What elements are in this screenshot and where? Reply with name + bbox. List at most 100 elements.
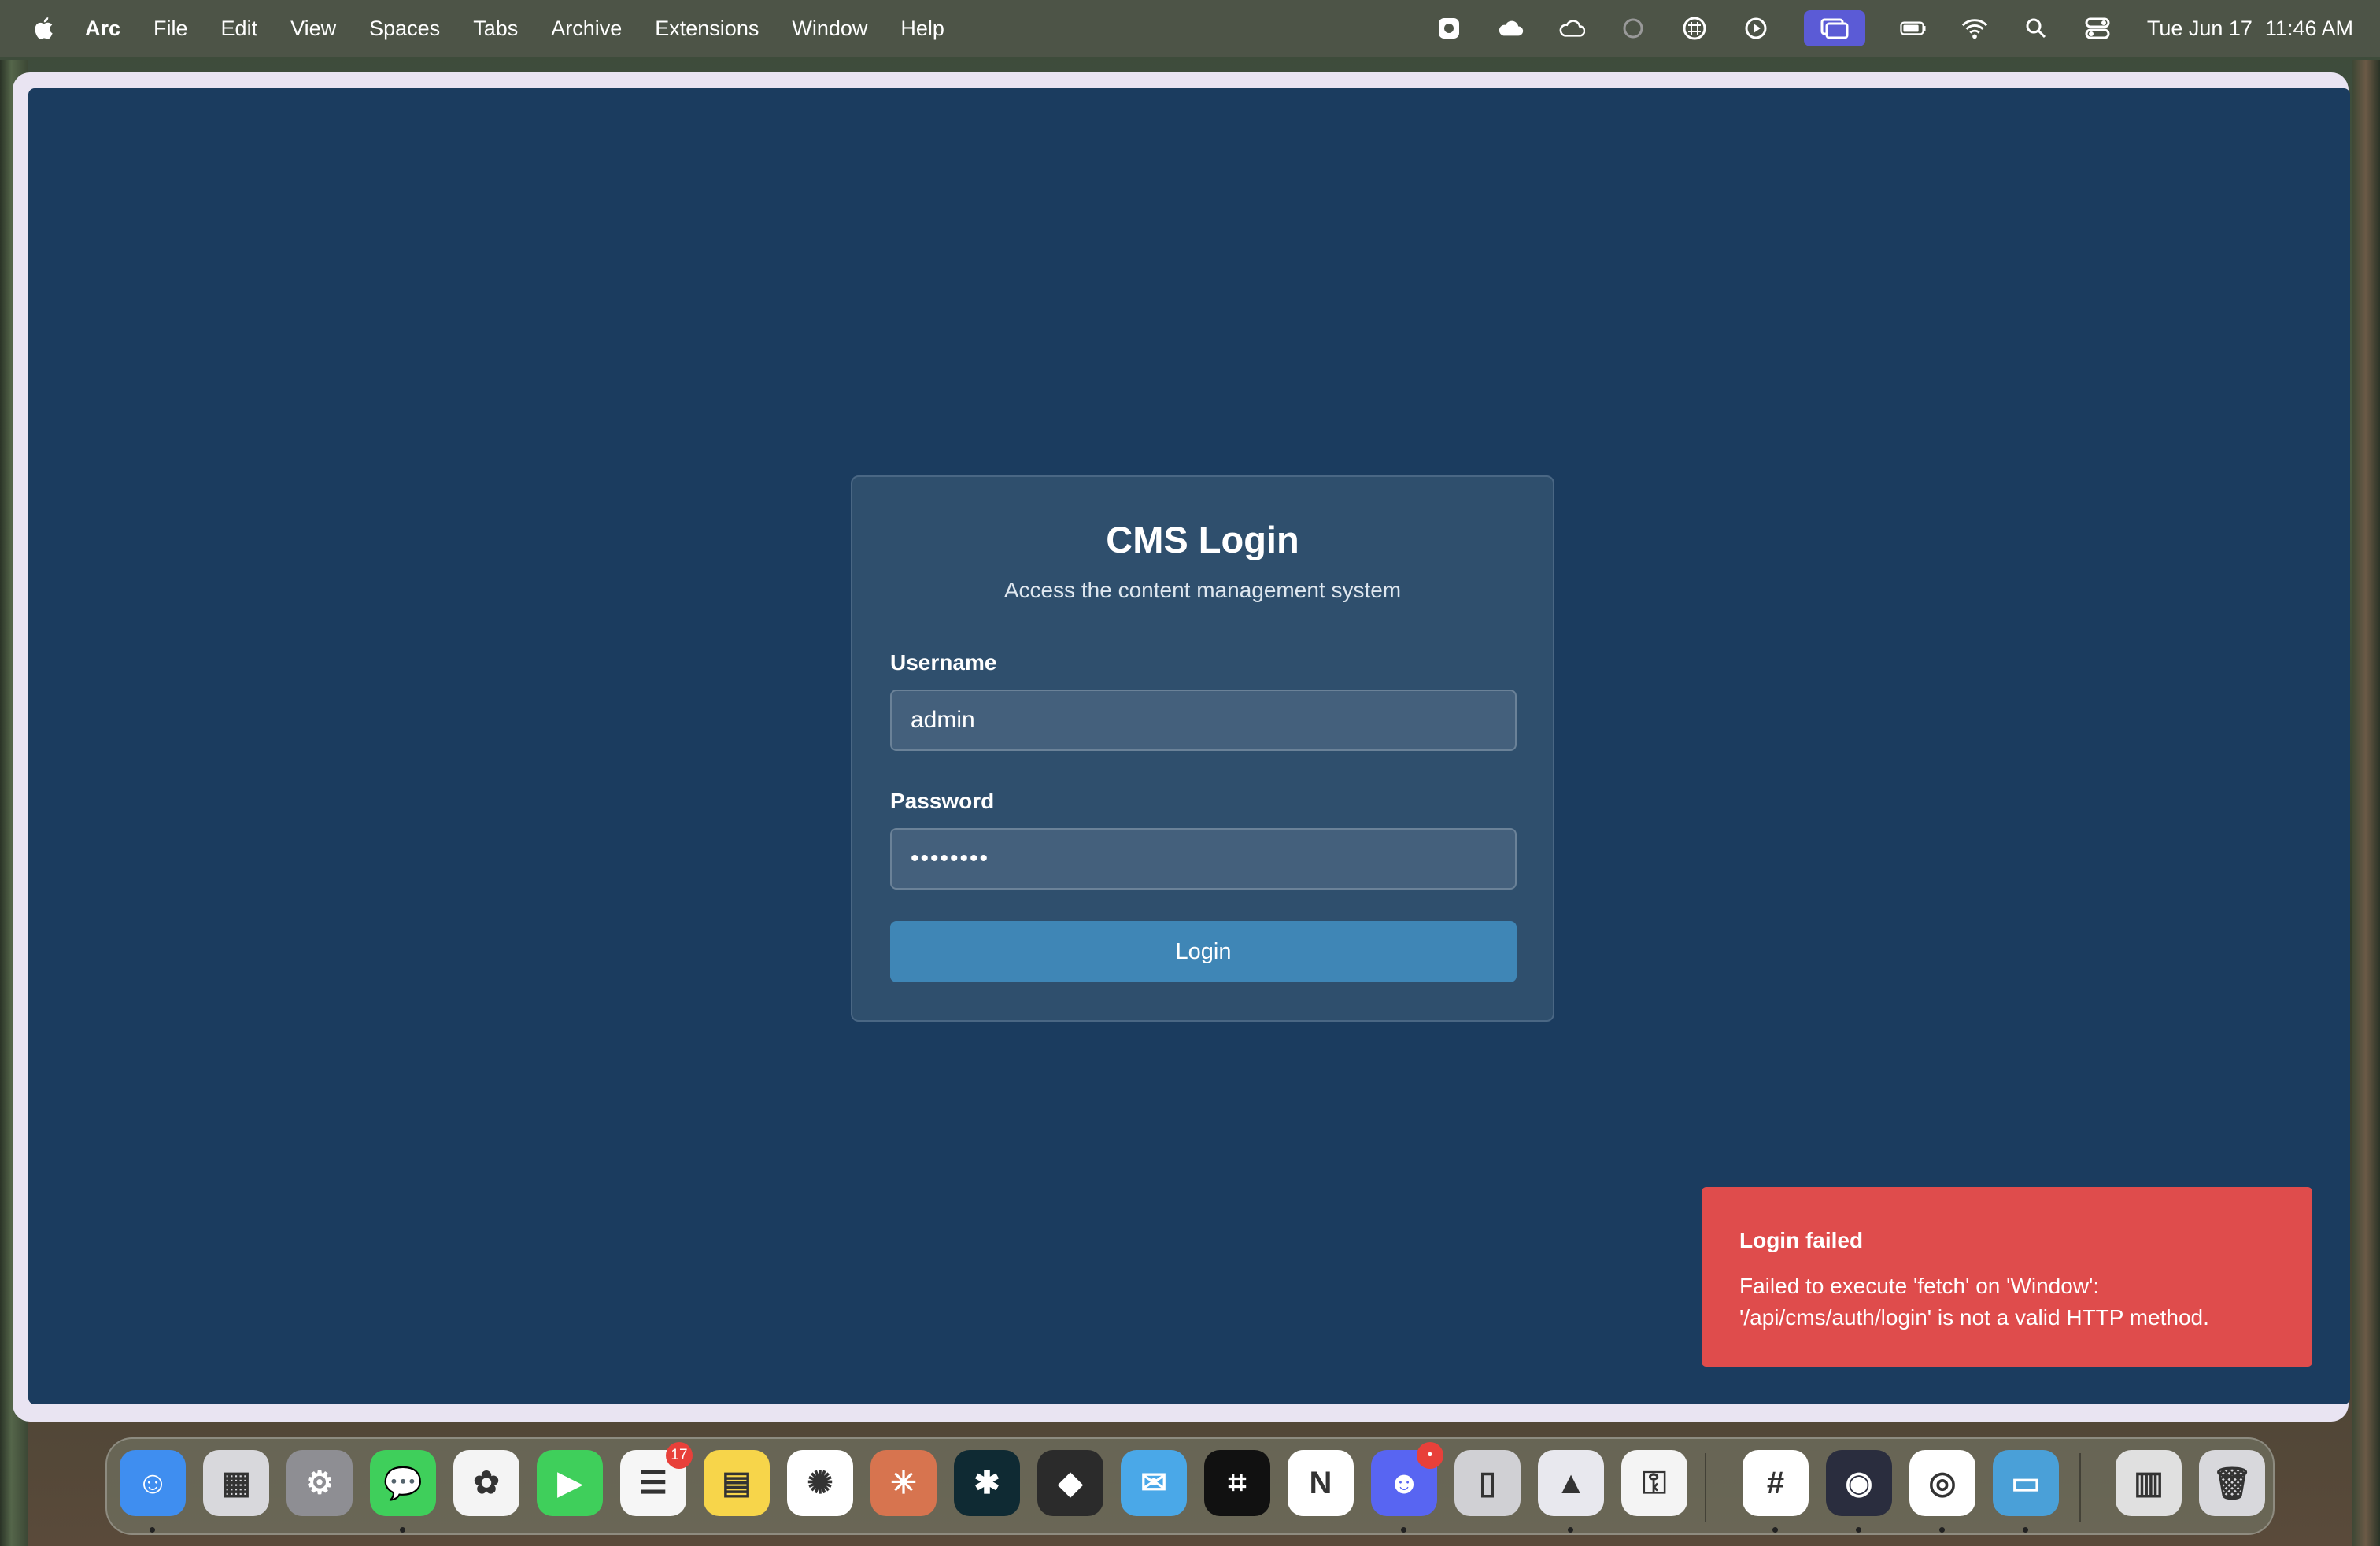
menu-bar-clock[interactable]: Tue Jun 17 11:46 AM: [2147, 17, 2353, 41]
username-label: Username: [890, 650, 997, 675]
trash-icon: 🗑: [2212, 1466, 2252, 1501]
launchpad-icon: ▦: [221, 1466, 251, 1500]
toast-message: Failed to execute 'fetch' on 'Window': '…: [1739, 1274, 2209, 1330]
dock-app-perplexity[interactable]: ✱: [954, 1450, 1020, 1516]
dock-running-indicator: [2023, 1527, 2028, 1533]
login-subtitle: Access the content management system: [1003, 578, 1402, 602]
dock-app-launchpad[interactable]: ▦: [203, 1450, 269, 1516]
dock-app-linear[interactable]: ◆: [1037, 1450, 1103, 1516]
dock-running-indicator: [400, 1527, 405, 1533]
dock-app-messages[interactable]: 💬: [370, 1450, 436, 1516]
password-input[interactable]: ••••••••: [890, 828, 1517, 890]
dock-app-system-settings[interactable]: ⚙: [286, 1450, 353, 1516]
control-center-icon[interactable]: [2084, 15, 2111, 42]
dock-app-claude[interactable]: ✳: [870, 1450, 937, 1516]
menu-extensions[interactable]: Extensions: [655, 17, 759, 41]
dock-app-slack[interactable]: #: [1743, 1450, 1809, 1516]
reminders-icon: ☰: [639, 1466, 667, 1500]
dock-app-reminders[interactable]: ☰ 17: [620, 1442, 693, 1516]
search-icon[interactable]: [2023, 15, 2049, 42]
dock-running-indicator: [1856, 1527, 1861, 1533]
error-toast[interactable]: Login failed Failed to execute 'fetch' o…: [1702, 1187, 2312, 1367]
dock-app-discord[interactable]: ☻ •: [1371, 1442, 1443, 1516]
photos-icon: ✿: [473, 1466, 500, 1500]
dock-app-screenshot[interactable]: ⌗: [1204, 1450, 1270, 1516]
dock-app-finder[interactable]: ☺: [120, 1450, 186, 1516]
dock-app-notion[interactable]: N: [1288, 1450, 1354, 1516]
finder-icon: ☺: [136, 1465, 169, 1500]
passwords-icon: ⚿: [1642, 1465, 1667, 1500]
screen-mirroring-icon[interactable]: [1803, 10, 1865, 46]
moon-icon[interactable]: [1620, 15, 1646, 42]
dock-app-passwords[interactable]: ⚿: [1621, 1450, 1687, 1516]
menu-bar: Arc File Edit View Spaces Tabs Archive E…: [0, 0, 2380, 57]
dock-running-indicator: [150, 1527, 155, 1533]
dock-running-indicator: [1568, 1527, 1573, 1533]
messages-icon: 💬: [383, 1466, 423, 1501]
dock-badge: •: [1417, 1442, 1443, 1469]
screenshot-icon: ⌗: [1228, 1465, 1247, 1500]
dock-badge: 17: [666, 1442, 693, 1469]
menu-window[interactable]: Window: [792, 17, 867, 41]
dock-app-photos[interactable]: ✿: [453, 1450, 519, 1516]
play-icon[interactable]: [1743, 15, 1769, 42]
chatgpt-icon: ✺: [807, 1466, 833, 1500]
menu-bar-time: 11:46 AM: [2264, 16, 2353, 40]
notion-icon: N: [1309, 1465, 1332, 1500]
dock-separator: [2079, 1453, 2081, 1522]
dock-app-facetime[interactable]: ▶: [537, 1450, 603, 1516]
menu-spaces[interactable]: Spaces: [369, 17, 440, 41]
grid-icon[interactable]: [1681, 15, 1708, 42]
notes-icon: ▤: [722, 1466, 752, 1500]
password-label: Password: [890, 789, 995, 813]
wifi-icon[interactable]: [1961, 15, 1988, 42]
apple-icon[interactable]: [31, 15, 58, 42]
battery-icon[interactable]: [1900, 15, 1927, 42]
display-icon: ▭: [2011, 1466, 2041, 1500]
menu-archive[interactable]: Archive: [551, 17, 622, 41]
menu-edit[interactable]: Edit: [221, 17, 258, 41]
desktop-wallpaper-right: [2352, 60, 2380, 1546]
cloud-icon[interactable]: [1497, 15, 1524, 42]
facetime-icon: ▶: [557, 1466, 582, 1500]
dock-app-affinity[interactable]: ▲: [1538, 1450, 1604, 1516]
menu-bar-date: Tue Jun 17: [2146, 16, 2252, 40]
cloud-sync-icon[interactable]: [1558, 15, 1585, 42]
dock-running-indicator: [1401, 1527, 1406, 1533]
dock-app-display[interactable]: ▭: [1993, 1450, 2059, 1516]
dock-app-airmail[interactable]: ✉: [1121, 1450, 1187, 1516]
login-button[interactable]: Login: [890, 921, 1517, 982]
obs-icon: ◉: [1845, 1466, 1873, 1500]
slack-icon: #: [1766, 1465, 1785, 1500]
dock-separator: [1705, 1453, 1706, 1522]
dock-app-archive[interactable]: ▥: [2116, 1450, 2182, 1516]
menu-file[interactable]: File: [153, 17, 188, 41]
archive-icon: ▥: [2134, 1466, 2164, 1500]
dock-app-chrome[interactable]: ◎: [1909, 1450, 1975, 1516]
toast-title: Login failed: [1739, 1228, 1864, 1252]
menu-tabs[interactable]: Tabs: [473, 17, 518, 41]
claude-icon: ✳: [890, 1466, 917, 1500]
dock: ☺ ▦ ⚙ 💬 ✿ ▶ ☰ 17 ▤ ✺ ✳ ✱ ◆ ✉ ⌗ N ☻ • ▯ ▲ ⚿ # ◉ ◎ ▭ ▥ 🗑: [105, 1437, 2275, 1535]
dock-app-notes[interactable]: ▤: [704, 1450, 770, 1516]
login-card: CMS Login Access the content management …: [851, 475, 1554, 1022]
affinity-icon: ▲: [1555, 1465, 1587, 1500]
perplexity-icon: ✱: [974, 1466, 1000, 1500]
dock-app-obs[interactable]: ◉: [1826, 1450, 1892, 1516]
system-settings-icon: ⚙: [305, 1466, 334, 1500]
username-input[interactable]: admin: [890, 690, 1517, 751]
menu-view[interactable]: View: [290, 17, 336, 41]
linear-icon: ◆: [1058, 1466, 1083, 1500]
login-title: CMS Login: [1106, 519, 1299, 560]
screen-capture-icon[interactable]: [1436, 15, 1462, 42]
dock-running-indicator: [1939, 1527, 1945, 1533]
menu-help[interactable]: Help: [900, 17, 944, 41]
chrome-icon: ◎: [1928, 1466, 1957, 1500]
menu-bar-status-area: Tue Jun 17 11:46 AM: [1401, 0, 2353, 57]
dock-app-chatgpt[interactable]: ✺: [787, 1450, 853, 1516]
dock-app-trash[interactable]: 🗑: [2199, 1450, 2265, 1516]
dock-app-iphone-mirroring[interactable]: ▯: [1454, 1450, 1521, 1516]
discord-icon: ☻: [1387, 1465, 1421, 1500]
menu-app-name[interactable]: Arc: [85, 17, 120, 41]
airmail-icon: ✉: [1140, 1466, 1167, 1500]
